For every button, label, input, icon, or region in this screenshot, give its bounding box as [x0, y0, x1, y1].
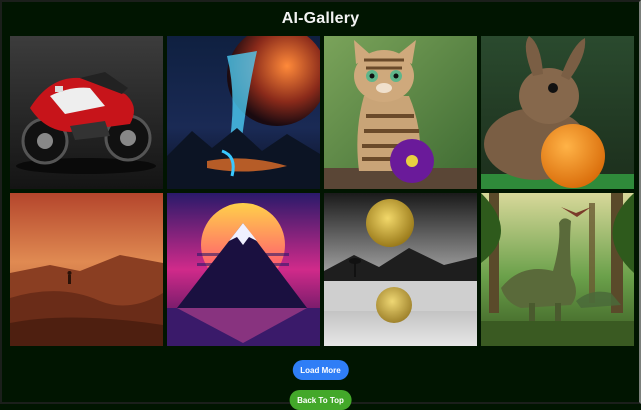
load-more-button[interactable]: Load More: [292, 360, 349, 380]
gallery-image-rabbit[interactable]: [481, 36, 634, 189]
gallery-image-dinosaurs[interactable]: [481, 193, 634, 346]
gallery-image-mars-landscape[interactable]: [10, 193, 163, 346]
gallery-image-fantasy-planet[interactable]: [167, 36, 320, 189]
image-gallery: [10, 36, 634, 346]
back-to-top-button[interactable]: Back To Top: [289, 390, 352, 410]
page-title: AI-Gallery: [281, 10, 360, 27]
gallery-image-kitten[interactable]: [324, 36, 477, 189]
gallery-image-golden-moon[interactable]: [324, 193, 477, 346]
gallery-image-synthwave-mountain[interactable]: [167, 193, 320, 346]
gallery-image-motorcycle[interactable]: [10, 36, 163, 189]
